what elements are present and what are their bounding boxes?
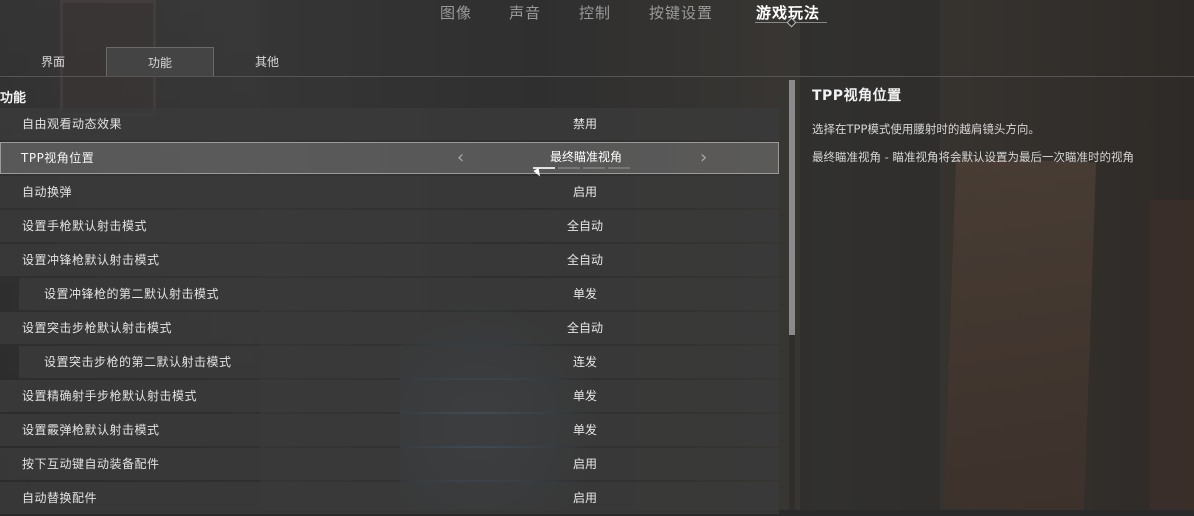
sub-tabs: 界面 功能 其他	[0, 47, 1194, 77]
setting-label: 设置手枪默认射击模式	[22, 219, 148, 233]
setting-row[interactable]: 按下互动键自动装备配件 启用	[0, 448, 779, 480]
setting-row[interactable]: 自动替换配件 启用	[0, 482, 779, 514]
setting-value[interactable]: 连发	[480, 346, 690, 378]
setting-value[interactable]: 单发	[480, 278, 690, 310]
option-indicator	[533, 167, 633, 169]
scrollbar-thumb[interactable]	[789, 80, 795, 335]
chevron-left-icon[interactable]: ‹	[457, 143, 464, 173]
scrollbar[interactable]	[789, 80, 795, 510]
setting-row[interactable]: 设置冲锋枪默认射击模式 全自动	[0, 244, 779, 276]
setting-label: 自动替换配件	[22, 491, 98, 505]
setting-row[interactable]: 设置霰弹枪默认射击模式 单发	[0, 414, 779, 446]
setting-row-indented[interactable]: 设置冲锋枪的第二默认射击模式 单发	[19, 278, 779, 310]
setting-value[interactable]: 全自动	[480, 312, 690, 344]
setting-value[interactable]: 禁用	[480, 108, 690, 140]
tab-controls[interactable]: 控制	[579, 2, 611, 23]
setting-label: 设置冲锋枪默认射击模式	[22, 253, 160, 267]
section-title: 功能	[0, 91, 27, 106]
setting-row[interactable]: 设置突击步枪默认射击模式 全自动	[0, 312, 779, 344]
tab-keybindings[interactable]: 按键设置	[649, 2, 713, 23]
setting-row-selected[interactable]: TPP视角位置 ‹ 最终瞄准视角 ›	[0, 142, 779, 174]
setting-label: 按下互动键自动装备配件	[22, 457, 160, 471]
setting-label: 设置霰弹枪默认射击模式	[22, 423, 160, 437]
setting-label: 设置冲锋枪的第二默认射击模式	[44, 287, 220, 301]
setting-label: TPP视角位置	[21, 151, 95, 165]
top-nav: 图像 声音 控制 按键设置 游戏玩法	[0, 0, 1194, 32]
description-title: TPP视角位置	[812, 88, 902, 104]
setting-value[interactable]: 全自动	[480, 244, 690, 276]
setting-label: 自动换弹	[22, 185, 73, 199]
setting-value[interactable]: 启用	[480, 482, 690, 514]
setting-row[interactable]: 自动换弹 启用	[0, 176, 779, 208]
setting-label: 设置突击步枪的第二默认射击模式	[44, 355, 232, 369]
setting-label: 自由观看动态效果	[22, 117, 123, 131]
setting-row[interactable]: 设置精确射手步枪默认射击模式 单发	[0, 380, 779, 412]
setting-label: 设置精确射手步枪默认射击模式	[22, 389, 198, 403]
chevron-right-icon[interactable]: ›	[700, 143, 707, 173]
description-text: 选择在TPP模式使用腰射时的越肩镜头方向。	[812, 122, 1040, 136]
setting-value[interactable]: 单发	[480, 380, 690, 412]
subtab-divider	[0, 76, 1194, 77]
tab-graphics[interactable]: 图像	[440, 2, 472, 23]
setting-label: 设置突击步枪默认射击模式	[22, 321, 173, 335]
subtab-functions[interactable]: 功能	[106, 47, 214, 77]
setting-value[interactable]: 启用	[480, 448, 690, 480]
option-dot	[558, 167, 580, 169]
setting-value[interactable]: 全自动	[480, 210, 690, 242]
description-text: 最终瞄准视角 - 瞄准视角将会默认设置为最后一次瞄准时的视角	[812, 150, 1134, 164]
setting-row[interactable]: 自由观看动态效果 禁用	[0, 108, 779, 140]
subtab-other[interactable]: 其他	[213, 47, 321, 76]
setting-row-indented[interactable]: 设置突击步枪的第二默认射击模式 连发	[19, 346, 779, 378]
option-dot	[583, 167, 605, 169]
subtab-interface[interactable]: 界面	[0, 47, 106, 76]
setting-value[interactable]: 单发	[480, 414, 690, 446]
tab-audio[interactable]: 声音	[509, 2, 541, 23]
settings-list: 自由观看动态效果 禁用 TPP视角位置 ‹ 最终瞄准视角 › 自动换弹 启用 设…	[0, 108, 779, 516]
setting-value[interactable]: 启用	[480, 176, 690, 208]
setting-row[interactable]: 设置手枪默认射击模式 全自动	[0, 210, 779, 242]
option-dot	[608, 167, 630, 169]
